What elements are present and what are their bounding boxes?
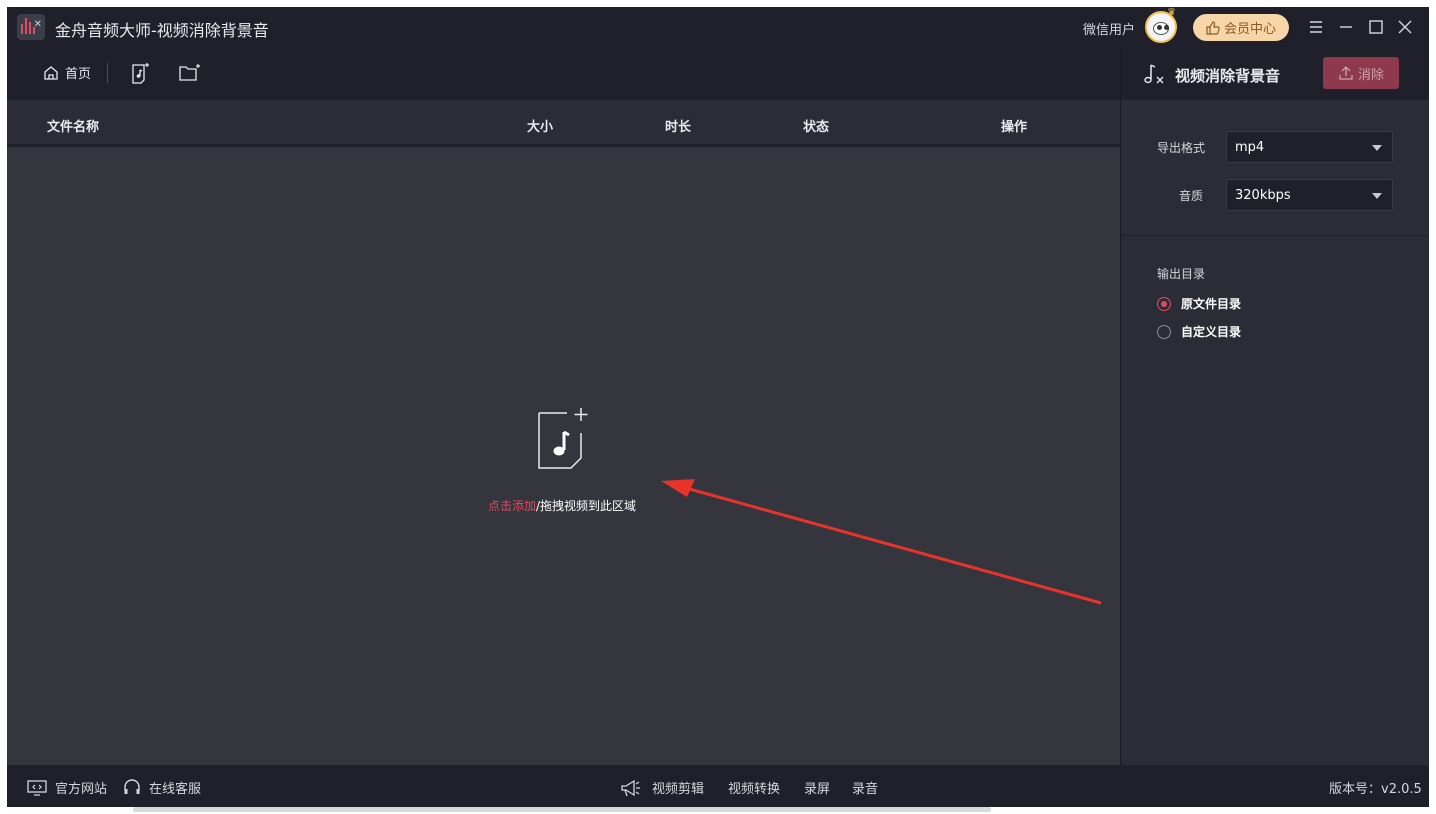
remove-button[interactable]: 消除 [1323, 57, 1399, 89]
user-name[interactable]: 微信用户 [1083, 19, 1135, 38]
menu-icon[interactable] [1304, 15, 1328, 39]
export-format-label: 导出格式 [1157, 141, 1206, 155]
app-logo-icon: ✕ [17, 14, 45, 40]
megaphone-icon [619, 778, 641, 798]
red-arrow-annotation [661, 479, 1102, 605]
home-label: 首页 [65, 67, 92, 82]
title-bar: ✕ 金舟音频大师-视频消除背景音 微信用户 ♛ 会员中心 [7, 7, 1429, 47]
output-dir-label: 输出目录 [1157, 267, 1206, 281]
radio-custom-dir[interactable]: 自定义目录 [1157, 323, 1241, 340]
chevron-down-icon [1372, 193, 1382, 199]
official-website-link[interactable]: 官方网站 [27, 778, 107, 797]
click-to-add-link[interactable]: 点击添加 [488, 499, 536, 513]
vip-center-button[interactable]: 会员中心 [1193, 14, 1289, 41]
monitor-icon [27, 779, 47, 796]
panel-header: 视频消除背景音 消除 [1121, 47, 1429, 100]
tool-video-convert[interactable]: 视频转换 [728, 778, 780, 797]
audio-quality-value: 320kbps [1235, 188, 1291, 203]
version-text: 版本号：v2.0.5 [1329, 782, 1422, 797]
footer-bar: 官方网站 在线客服 视频剪辑 视频转换 录屏 录音 版本号：v2.0.5 [7, 765, 1429, 807]
audio-quality-select[interactable]: 320kbps [1226, 179, 1393, 211]
music-remove-icon [1141, 61, 1167, 87]
column-duration: 时长 [665, 120, 692, 135]
file-table-header: 文件名称 大小 时长 状态 操作 [7, 100, 1120, 146]
app-window: ✕ 金舟音频大师-视频消除背景音 微信用户 ♛ 会员中心 首页 文件名称 大小 … [7, 7, 1429, 807]
tool-screen-record[interactable]: 录屏 [804, 778, 830, 797]
crown-icon: ♛ [1167, 7, 1176, 18]
thumbs-up-icon [1206, 20, 1220, 35]
column-size: 大小 [527, 120, 554, 135]
horizontal-scrollbar[interactable] [133, 807, 991, 812]
add-media-icon[interactable] [536, 405, 592, 469]
file-drop-area[interactable]: 点击添加/拖拽视频到此区域 [7, 147, 1120, 765]
online-service-link[interactable]: 在线客服 [123, 778, 201, 797]
radio-button-selected[interactable] [1157, 296, 1171, 311]
column-file-name: 文件名称 [47, 120, 100, 135]
radio-original-dir-label: 原文件目录 [1181, 297, 1242, 311]
settings-panel: 视频消除背景音 消除 导出格式 mp4 音质 320kbps 输出目录 原文件目… [1120, 47, 1429, 765]
tool-audio-record[interactable]: 录音 [852, 778, 878, 797]
maximize-icon[interactable] [1364, 15, 1388, 39]
panel-divider [1121, 235, 1429, 236]
drag-hint-text: /拖拽视频到此区域 [536, 499, 637, 513]
chevron-down-icon [1372, 145, 1382, 151]
drop-zone-text: 点击添加/拖拽视频到此区域 [488, 497, 636, 514]
panel-title: 视频消除背景音 [1175, 67, 1281, 85]
close-icon[interactable] [1393, 15, 1417, 39]
remove-button-label: 消除 [1357, 67, 1384, 83]
tool-video-edit[interactable]: 视频剪辑 [652, 778, 704, 797]
toolbar-divider [107, 63, 108, 83]
app-title: 金舟音频大师-视频消除背景音 [55, 21, 269, 40]
official-website-label: 官方网站 [55, 782, 108, 797]
add-audio-file-icon[interactable] [129, 61, 153, 85]
add-folder-icon[interactable] [178, 61, 202, 85]
audio-quality-label: 音质 [1179, 189, 1204, 203]
export-format-value: mp4 [1235, 140, 1265, 155]
headset-icon [124, 778, 140, 794]
home-icon [44, 65, 58, 80]
radio-custom-dir-label: 自定义目录 [1181, 325, 1242, 339]
column-status: 状态 [803, 120, 830, 135]
vip-center-label: 会员中心 [1223, 22, 1276, 37]
export-format-select[interactable]: mp4 [1226, 131, 1393, 163]
home-button[interactable]: 首页 [43, 63, 91, 82]
radio-button[interactable] [1157, 324, 1171, 339]
radio-original-dir[interactable]: 原文件目录 [1157, 295, 1241, 312]
toolbar: 首页 [7, 47, 1120, 100]
column-actions: 操作 [1001, 120, 1028, 135]
online-service-label: 在线客服 [149, 782, 202, 797]
upload-icon [1339, 66, 1353, 80]
minimize-icon[interactable] [1334, 15, 1358, 39]
